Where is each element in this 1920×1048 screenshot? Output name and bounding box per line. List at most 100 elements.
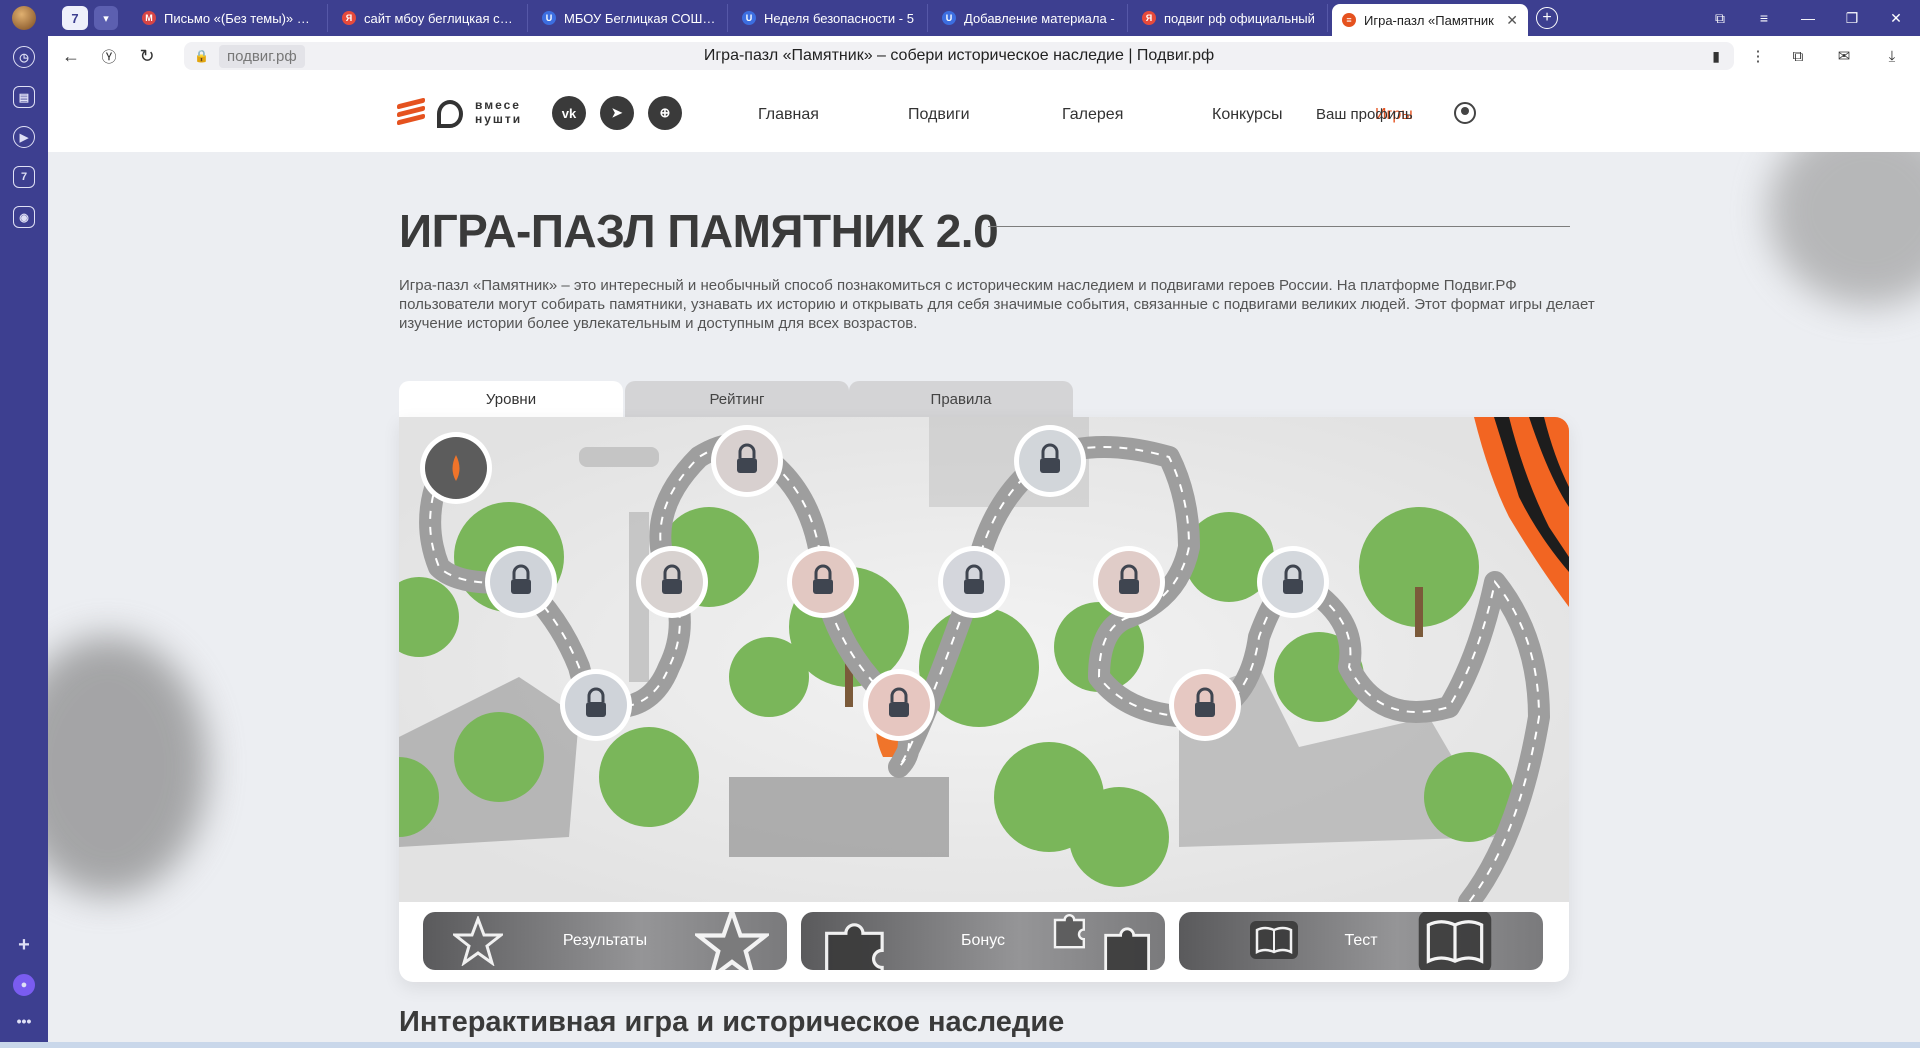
camera-icon[interactable]: ◉ bbox=[13, 206, 35, 228]
more-icon[interactable]: ••• bbox=[13, 1010, 35, 1032]
section-heading: Интерактивная игра и историческое наслед… bbox=[399, 1006, 1065, 1038]
browser-tab[interactable]: U Добавление материала - bbox=[932, 4, 1128, 32]
minimize-icon[interactable]: — bbox=[1786, 0, 1830, 36]
collections-toolbar-icon[interactable]: ⧉ bbox=[1786, 44, 1810, 68]
more-vertical-icon[interactable]: ⋮ bbox=[1746, 44, 1770, 68]
close-window-icon[interactable]: ✕ bbox=[1874, 0, 1918, 36]
level-node-locked[interactable] bbox=[1257, 546, 1329, 618]
test-button[interactable]: Тест bbox=[1179, 912, 1543, 970]
browser-sidebar: ◷ ▤ ▶ 7 ◉ + ● ••• bbox=[0, 36, 48, 1048]
browser-tab[interactable]: U МБОУ Беглицкая СОШ - М bbox=[532, 4, 728, 32]
browser-tab[interactable]: Я подвиг рф официальный bbox=[1132, 4, 1328, 32]
title-divider bbox=[988, 226, 1570, 227]
browser-tab[interactable]: U Неделя безопасности - 5 bbox=[732, 4, 928, 32]
level-node-locked[interactable] bbox=[1169, 669, 1241, 741]
vk-icon[interactable]: vk bbox=[552, 96, 586, 130]
chevron-down-icon[interactable]: ▾ bbox=[94, 6, 118, 30]
browser-tab[interactable]: Я сайт мбоу беглицкая сош bbox=[332, 4, 528, 32]
user-icon[interactable] bbox=[1454, 102, 1476, 124]
level-node-locked[interactable] bbox=[863, 669, 935, 741]
star-icon bbox=[453, 916, 503, 966]
url-field[interactable]: 🔒 подвиг.рф Игра-пазл «Памятник» – собер… bbox=[184, 42, 1734, 70]
results-button[interactable]: Результаты bbox=[423, 912, 787, 970]
button-label: Тест bbox=[1344, 932, 1378, 949]
game-panel: Результаты Бонус Тест bbox=[399, 417, 1569, 982]
calendar-icon[interactable]: 7 bbox=[13, 166, 35, 188]
bookmarks-panel-icon[interactable]: ⧉ bbox=[1698, 0, 1742, 36]
nav-feats[interactable]: Подвиги bbox=[908, 106, 970, 124]
site-header: вмесе нушти vk ➤ ⊕ Главная Подвиги Галер… bbox=[48, 76, 1920, 152]
logo-text[interactable]: вмесе нушти bbox=[475, 98, 539, 126]
button-label: Бонус bbox=[960, 932, 1006, 949]
level-node-locked[interactable] bbox=[1093, 546, 1165, 618]
page-content: вмесе нушти vk ➤ ⊕ Главная Подвиги Галер… bbox=[48, 76, 1920, 1048]
yandex-icon: Я bbox=[342, 11, 356, 25]
nav-contests[interactable]: Конкурсы bbox=[1212, 106, 1282, 124]
tab-rules[interactable]: Правила bbox=[849, 381, 1073, 417]
nav-home[interactable]: Главная bbox=[758, 106, 819, 124]
level-node-locked[interactable] bbox=[711, 425, 783, 497]
new-tab-icon[interactable]: + bbox=[1536, 7, 1558, 29]
level-node-locked[interactable] bbox=[1014, 425, 1086, 497]
address-bar: ← Ⓨ ↻ 🔒 подвиг.рф Игра-пазл «Памятник» –… bbox=[48, 36, 1920, 76]
tab-label: Неделя безопасности - 5 bbox=[764, 10, 914, 26]
uchi-icon: U bbox=[742, 11, 756, 25]
star-icon bbox=[695, 912, 769, 970]
collections-icon[interactable]: ▤ bbox=[13, 86, 35, 108]
level-node-locked[interactable] bbox=[636, 546, 708, 618]
profile-avatar[interactable] bbox=[12, 6, 36, 30]
nav-gallery[interactable]: Галерея bbox=[1062, 106, 1123, 124]
tab-label: Письмо «(Без темы)» — K bbox=[164, 10, 317, 26]
bookmark-icon[interactable]: ▮ bbox=[1712, 48, 1720, 65]
tab-label: Добавление материала - bbox=[964, 10, 1115, 26]
close-icon[interactable]: ✕ bbox=[1506, 12, 1518, 29]
tab-label: сайт мбоу беглицкая сош bbox=[364, 10, 517, 26]
button-label: Результаты bbox=[562, 932, 648, 949]
browser-tab[interactable]: M Письмо «(Без темы)» — K bbox=[132, 4, 328, 32]
puzzle-icon bbox=[825, 923, 884, 970]
uchi-icon: U bbox=[942, 11, 956, 25]
uchi-icon: U bbox=[542, 11, 556, 25]
page-title-display: Игра-пазл «Памятник» – собери историческ… bbox=[703, 47, 1215, 64]
back-icon[interactable]: ← bbox=[56, 41, 86, 71]
puzzle-icon bbox=[1104, 927, 1150, 970]
plus-app-icon[interactable]: ⊕ bbox=[648, 96, 682, 130]
decorative-cloud bbox=[48, 636, 208, 896]
page-title: ИГРА-ПАЗЛ ПАМЯТНИК 2.0 bbox=[399, 205, 999, 257]
level-node-locked[interactable] bbox=[938, 546, 1010, 618]
history-icon[interactable]: ◷ bbox=[13, 46, 35, 68]
rosmolodezh-logo-icon[interactable] bbox=[437, 100, 463, 128]
alice-icon[interactable]: ● bbox=[13, 974, 35, 996]
browser-tab-active[interactable]: ≡ Игра-пазл «Памятник ✕ bbox=[1332, 4, 1528, 36]
level-node-locked[interactable] bbox=[560, 669, 632, 741]
level-1-unlocked[interactable] bbox=[420, 432, 492, 504]
tab-levels[interactable]: Уровни bbox=[399, 381, 623, 417]
book-icon bbox=[1250, 921, 1298, 959]
downloads-icon[interactable]: ⤓ bbox=[1880, 44, 1904, 68]
podvig-logo-icon[interactable] bbox=[397, 97, 425, 127]
telegram-icon[interactable]: ➤ bbox=[600, 96, 634, 130]
tab-label: подвиг рф официальный bbox=[1164, 10, 1315, 26]
yandex-home-icon[interactable]: Ⓨ bbox=[94, 41, 124, 71]
puzzle-icon bbox=[1053, 914, 1085, 949]
level-node-locked[interactable] bbox=[485, 546, 557, 618]
tab-rating[interactable]: Рейтинг bbox=[625, 381, 849, 417]
mail-icon: M bbox=[142, 11, 156, 25]
os-taskbar bbox=[0, 1042, 1920, 1048]
tab-count-badge[interactable]: 7 bbox=[62, 6, 88, 30]
nav-profile[interactable]: Ваш профиль bbox=[1316, 106, 1413, 123]
reload-icon[interactable]: ↻ bbox=[132, 41, 162, 71]
level-map bbox=[399, 417, 1569, 902]
podvig-icon: ≡ bbox=[1342, 13, 1356, 27]
book-icon bbox=[1418, 912, 1492, 970]
video-icon[interactable]: ▶ bbox=[13, 126, 35, 148]
add-icon[interactable]: + bbox=[13, 934, 35, 956]
menu-icon[interactable]: ≡ bbox=[1742, 0, 1786, 36]
restore-icon[interactable]: ❐ bbox=[1830, 0, 1874, 36]
level-node-locked[interactable] bbox=[787, 546, 859, 618]
tab-label: Игра-пазл «Памятник bbox=[1364, 12, 1494, 28]
mail-toolbar-icon[interactable]: ✉ bbox=[1832, 44, 1856, 68]
yandex-icon: Я bbox=[1142, 11, 1156, 25]
browser-tab-bar: 7 ▾ M Письмо «(Без темы)» — K Я сайт мбо… bbox=[0, 0, 1920, 36]
bonus-button[interactable]: Бонус bbox=[801, 912, 1165, 970]
